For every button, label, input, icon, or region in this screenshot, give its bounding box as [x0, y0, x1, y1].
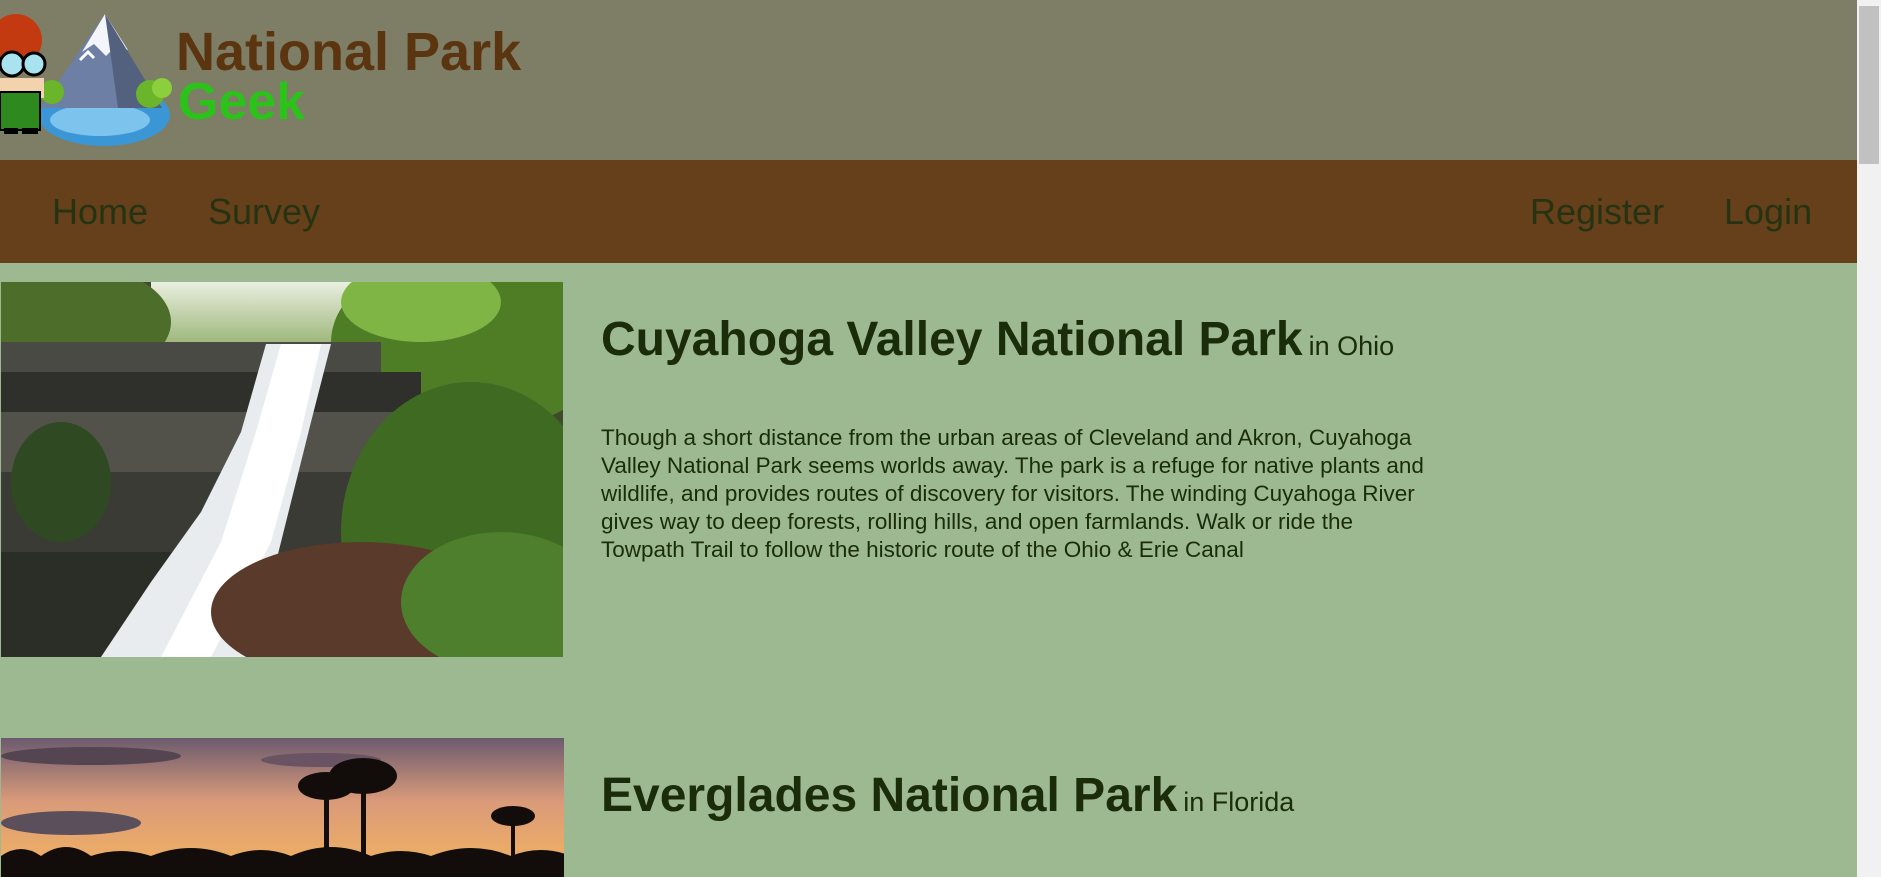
park-description: Though a short distance from the urban a…: [601, 425, 1424, 562]
park-state: in Florida: [1183, 787, 1295, 817]
browser-viewport: National Park Geek Home Survey Register …: [0, 0, 1857, 877]
waterfall-photo-image: [1, 282, 563, 657]
site-logo[interactable]: National Park Geek: [0, 0, 560, 160]
nav-link-login[interactable]: Login: [1724, 190, 1812, 234]
main-nav: Home Survey Register Login: [0, 160, 1857, 263]
park-title: Cuyahoga Valley National Park in Ohio: [601, 312, 1394, 367]
nav-link-home[interactable]: Home: [52, 190, 148, 234]
vertical-scrollbar[interactable]: [1857, 0, 1881, 877]
waterfall-photo[interactable]: [1, 282, 563, 657]
sunset-palm-trees-photo[interactable]: [1, 738, 564, 877]
scrollbar-thumb[interactable]: [1859, 6, 1879, 164]
nav-link-register[interactable]: Register: [1530, 190, 1664, 234]
nav-link-survey[interactable]: Survey: [208, 190, 320, 234]
logo-subtitle: Geek: [178, 73, 306, 131]
park-state: in Ohio: [1308, 331, 1395, 361]
site-header: National Park Geek: [0, 0, 1857, 160]
park-ranger-mountain-logo-icon: [0, 14, 172, 146]
park-title: Everglades National Park in Florida: [601, 768, 1294, 823]
park-name[interactable]: Cuyahoga Valley National Park: [601, 313, 1303, 366]
page: National Park Geek Home Survey Register …: [0, 0, 1881, 877]
park-name[interactable]: Everglades National Park: [601, 769, 1177, 822]
sunset-photo-image: [1, 738, 564, 877]
